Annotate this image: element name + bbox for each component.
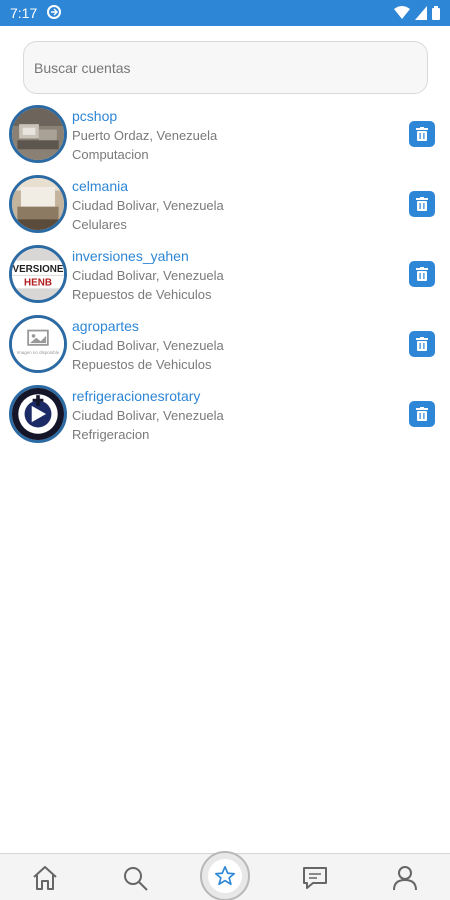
delete-button[interactable] xyxy=(409,261,435,287)
agropartes-placeholder-text: Imagen no disponible xyxy=(17,350,60,355)
account-avatar[interactable] xyxy=(9,105,67,163)
trash-icon xyxy=(416,407,428,421)
star-icon xyxy=(215,866,235,886)
account-location: Ciudad Bolivar, Venezuela xyxy=(72,338,224,353)
trash-icon xyxy=(416,267,428,281)
refrigeraciones-avatar-image xyxy=(12,388,64,440)
trash-icon xyxy=(416,197,428,211)
nav-home[interactable] xyxy=(31,864,59,892)
account-info: celmania Ciudad Bolivar, Venezuela Celul… xyxy=(72,177,224,234)
delete-button[interactable] xyxy=(409,401,435,427)
account-location: Ciudad Bolivar, Venezuela xyxy=(72,268,224,283)
account-name[interactable]: refrigeracionesrotary xyxy=(72,387,224,406)
account-avatar[interactable] xyxy=(9,385,67,443)
bottom-nav xyxy=(0,851,450,900)
account-info: pcshop Puerto Ordaz, Venezuela Computaci… xyxy=(72,107,217,164)
status-time: 7:17 xyxy=(10,5,38,21)
signal-icon xyxy=(415,6,427,20)
status-bar: 7:17 xyxy=(0,0,450,26)
account-row[interactable]: refrigeracionesrotary Ciudad Bolivar, Ve… xyxy=(0,379,450,449)
search-input[interactable] xyxy=(34,59,427,76)
account-category: Computacion xyxy=(72,147,149,162)
delete-button[interactable] xyxy=(409,191,435,217)
account-location: Ciudad Bolivar, Venezuela xyxy=(72,198,224,213)
account-name[interactable]: inversiones_yahen xyxy=(72,247,224,266)
nav-favorites[interactable] xyxy=(200,851,250,900)
home-icon xyxy=(33,866,57,890)
status-right xyxy=(394,6,440,20)
inversiones-logo-text-2: HENB xyxy=(24,278,52,289)
nav-favorites-inner xyxy=(208,859,242,893)
account-location: Puerto Ordaz, Venezuela xyxy=(72,128,218,143)
chat-icon xyxy=(303,867,327,889)
user-icon xyxy=(393,866,417,891)
search-icon xyxy=(124,867,148,891)
battery-icon xyxy=(432,6,440,20)
account-avatar[interactable] xyxy=(9,175,67,233)
account-location: Ciudad Bolivar, Venezuela xyxy=(72,408,224,423)
search-box[interactable] xyxy=(23,41,428,94)
nav-messages[interactable] xyxy=(301,864,329,892)
wifi-icon xyxy=(394,6,410,20)
celmania-avatar-image xyxy=(12,178,64,230)
delete-button[interactable] xyxy=(409,121,435,147)
agropartes-avatar-image: Imagen no disponible xyxy=(12,318,64,370)
trash-icon xyxy=(416,337,428,351)
account-row[interactable]: pcshop Puerto Ordaz, Venezuela Computaci… xyxy=(0,99,450,169)
account-category: Repuestos de Vehiculos xyxy=(72,357,212,372)
account-list: pcshop Puerto Ordaz, Venezuela Computaci… xyxy=(0,99,450,449)
account-category: Refrigeracion xyxy=(72,427,150,442)
account-row[interactable]: Imagen no disponible agropartes Ciudad B… xyxy=(0,309,450,379)
status-left: 7:17 xyxy=(10,4,62,22)
account-info: refrigeracionesrotary Ciudad Bolivar, Ve… xyxy=(72,387,224,444)
account-name[interactable]: pcshop xyxy=(72,107,217,126)
account-row[interactable]: VERSIONE HENB inversiones_yahen Ciudad B… xyxy=(0,239,450,309)
pcshop-avatar-image xyxy=(12,108,64,160)
account-avatar[interactable]: VERSIONE HENB xyxy=(9,245,67,303)
account-info: inversiones_yahen Ciudad Bolivar, Venezu… xyxy=(72,247,224,304)
trash-icon xyxy=(416,127,428,141)
app-header xyxy=(0,26,450,40)
nav-profile[interactable] xyxy=(391,864,419,892)
account-row[interactable]: celmania Ciudad Bolivar, Venezuela Celul… xyxy=(0,169,450,239)
account-name[interactable]: agropartes xyxy=(72,317,224,336)
account-category: Celulares xyxy=(72,217,127,232)
account-avatar[interactable]: Imagen no disponible xyxy=(9,315,67,373)
delete-button[interactable] xyxy=(409,331,435,357)
inversiones-avatar-image: VERSIONE HENB xyxy=(12,248,64,300)
account-category: Repuestos de Vehiculos xyxy=(72,287,212,302)
account-name[interactable]: celmania xyxy=(72,177,224,196)
account-info: agropartes Ciudad Bolivar, Venezuela Rep… xyxy=(72,317,224,374)
nav-search[interactable] xyxy=(121,864,149,892)
notification-icon xyxy=(47,4,62,22)
inversiones-logo-text-1: VERSIONE xyxy=(13,264,64,275)
